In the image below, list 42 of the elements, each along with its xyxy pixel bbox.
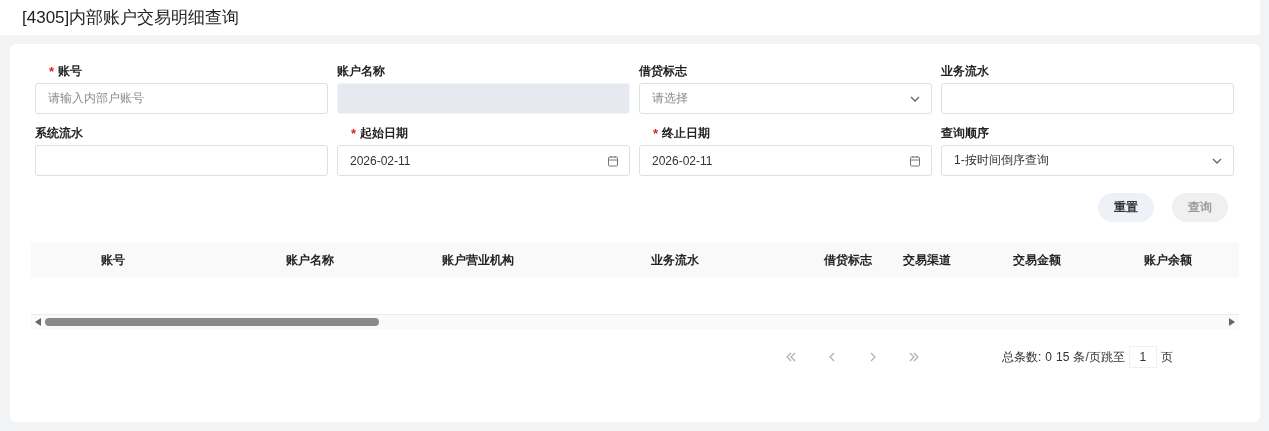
total-count: 0 [1045, 350, 1053, 364]
date-field[interactable]: 2026-02-11 [337, 145, 630, 176]
scroll-right-icon[interactable] [1229, 318, 1235, 326]
total-label: 总条数: [1002, 348, 1042, 366]
required-asterisk: * [653, 126, 659, 141]
field-label: 业务流水 [941, 63, 989, 80]
date-field[interactable]: 2026-02-11 [639, 145, 932, 176]
field-label: 系统流水 [35, 125, 83, 142]
calendar-icon [909, 154, 921, 167]
select-field[interactable]: 请选择 [639, 83, 932, 114]
field-label: 查询顺序 [941, 125, 989, 142]
column-header: 交易渠道 [903, 251, 951, 269]
page-size: 15 [1056, 350, 1070, 364]
first-page-icon[interactable] [785, 352, 796, 362]
input-field[interactable] [35, 145, 328, 176]
calendar-icon [607, 154, 619, 167]
field-label: 起始日期 [360, 125, 409, 142]
page-label: 页 [1160, 348, 1173, 366]
page-title: [4305]内部账户交易明细查询 [22, 7, 240, 29]
input-field[interactable]: 请输入内部户账号 [35, 83, 328, 114]
field-label: 终止日期 [662, 125, 711, 142]
column-header: 借贷标志 [824, 251, 872, 269]
scroll-left-icon[interactable] [35, 318, 41, 326]
column-header: 交易金额 [1013, 251, 1061, 269]
horizontal-scrollbar[interactable] [31, 315, 1239, 329]
column-header: 账户营业机构 [442, 251, 514, 269]
required-asterisk: * [351, 126, 357, 141]
field-label: 账号 [58, 63, 83, 80]
column-header: 账户名称 [286, 251, 334, 269]
column-header: 账户余额 [1144, 251, 1192, 269]
field-label: 账户名称 [337, 63, 385, 80]
select-field[interactable]: 1-按时间倒序查询 [941, 145, 1234, 176]
page-input[interactable]: 1 [1128, 346, 1157, 368]
field-label: 借贷标志 [639, 63, 687, 80]
input-field[interactable] [941, 83, 1234, 114]
column-header: 业务流水 [651, 251, 699, 269]
column-header: 账号 [101, 251, 125, 269]
scrollbar-thumb[interactable] [45, 318, 379, 326]
required-asterisk: * [49, 64, 55, 79]
page-size-label: 条/页跳至 [1073, 348, 1125, 366]
last-page-icon[interactable] [908, 352, 919, 362]
reset-button[interactable]: 重置 [1098, 193, 1154, 222]
